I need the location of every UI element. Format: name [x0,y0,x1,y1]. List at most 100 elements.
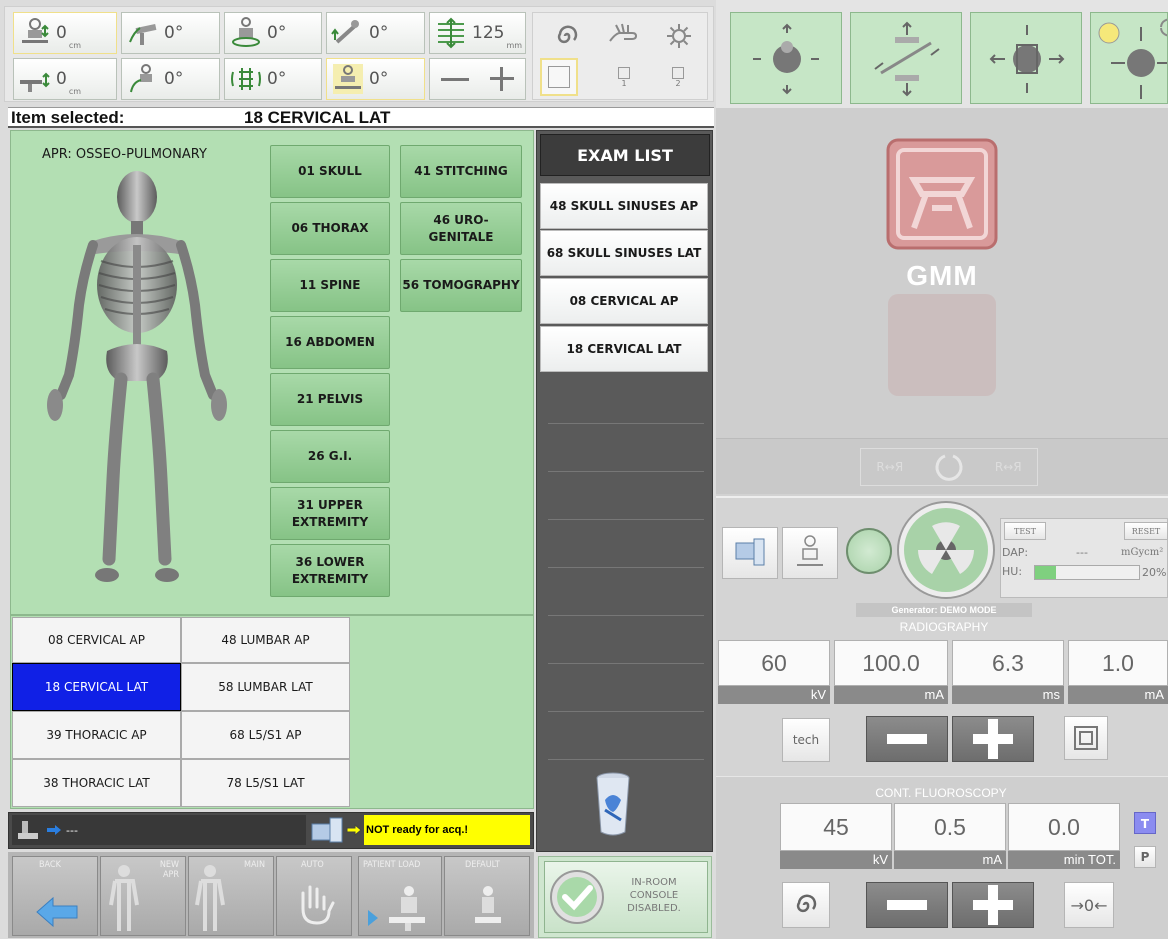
equipment-icon [18,821,38,839]
table-mode-button[interactable] [782,527,838,579]
sid-distance-icon [438,17,464,49]
anatomy-lower-extremity-button[interactable]: 36 LOWER EXTREMITY [270,544,390,597]
radiography-ma-unit: mA [834,686,948,704]
projection-thoracic-ap[interactable]: 39 THORACIC AP [12,711,181,759]
radiography-ms-value[interactable]: 6.3 [952,640,1064,686]
fluoro-min-value[interactable]: 0.0 [1008,803,1120,851]
fluoro-spiral-button[interactable] [782,882,830,928]
table-tilt-control[interactable]: 0° [121,12,220,54]
field-full-button[interactable] [540,58,578,96]
exam-item-skull-sinuses-ap[interactable]: 48 SKULL SINUSES AP [540,183,708,229]
back-button[interactable]: BACK [12,856,98,936]
default-button[interactable]: DEFAULT [444,856,530,936]
radiography-increase-button[interactable] [952,716,1034,762]
radiography-kv-value[interactable]: 60 [718,640,830,686]
fluoro-increase-button[interactable] [952,882,1034,928]
radiography-kv-unit: kV [718,686,830,704]
tube-angle-icon [331,20,359,44]
gmm-logo: GMM [884,136,1000,291]
dap-unit: mGycm² [1121,547,1164,558]
tube-angle-arrows-icon [874,21,940,97]
plus-icon[interactable] [490,67,515,91]
minus-icon[interactable] [440,77,469,81]
movement-button-2[interactable] [850,12,962,104]
lower-height-control[interactable]: 0 cm [13,58,117,100]
fluoro-ma-value[interactable]: 0.5 [894,803,1006,851]
projection-l5s1-lat[interactable]: 78 L5/S1 LAT [181,759,350,807]
field-1-button[interactable]: 1 [602,58,646,96]
gear-icon [667,24,691,48]
column-rotation-control[interactable]: 0° [224,12,322,54]
hu-value: 20% [1142,566,1167,579]
anatomy-stitching-button[interactable]: 41 STITCHING [400,145,522,198]
hand-button[interactable] [596,16,650,56]
exposure-button[interactable] [896,500,996,600]
auto-button[interactable]: AUTO [276,856,352,936]
anatomy-abdomen-button[interactable]: 16 ABDOMEN [270,316,390,369]
anatomy-gi-button[interactable]: 26 G.I. [270,430,390,483]
anatomy-skull-button[interactable]: 01 SKULL [270,145,390,198]
movement-button-3[interactable] [970,12,1082,104]
anatomy-pelvis-button[interactable]: 21 PELVIS [270,373,390,426]
dap-test-button[interactable]: TEST [1004,522,1046,540]
tube-angle-control[interactable]: 0° [326,12,425,54]
prep-button[interactable] [846,528,892,574]
grid-rotation-control[interactable]: 0° [224,58,322,100]
radiation-icon [897,501,995,599]
table-height-unit: cm [68,41,82,50]
anatomy-thorax-button[interactable]: 06 THORAX [270,202,390,255]
projection-cervical-ap[interactable]: 08 CERVICAL AP [12,617,181,663]
radiography-mas-value[interactable]: 1.0 [1068,640,1168,686]
anatomy-spine-button[interactable]: 11 SPINE [270,259,390,312]
radiography-decrease-button[interactable] [866,716,948,762]
collimation-frame-button[interactable] [1064,716,1108,760]
exam-item-cervical-ap[interactable]: 08 CERVICAL AP [540,278,708,324]
detector-tilt-control[interactable]: 0° [121,58,220,100]
spiral-button[interactable] [540,16,594,56]
gmm-logo-text: GMM [906,260,978,291]
sid-unit: mm [506,41,523,50]
back-arrow-icon [36,896,78,928]
projection-lumbar-ap[interactable]: 48 LUMBAR AP [181,617,350,663]
movement-button-4[interactable] [1090,12,1168,104]
spiral-icon [796,894,817,913]
console-status-button[interactable]: IN-ROOM CONSOLE DISABLED. [544,861,708,933]
projection-thoracic-lat[interactable]: 38 THORACIC LAT [12,759,181,807]
projection-cervical-lat[interactable]: 18 CERVICAL LAT [12,663,181,711]
field-2-button[interactable]: 2 [656,58,700,96]
patient-load-button[interactable]: PATIENT LOAD [358,856,442,936]
fluoro-kv-value[interactable]: 45 [780,803,892,851]
tube-rotation-control[interactable]: 0° [326,58,425,100]
patient-table-icon [22,18,49,43]
new-apr-button[interactable]: NEW APR [100,856,186,936]
exam-item-skull-sinuses-lat[interactable]: 68 SKULL SINUSES LAT [540,230,708,276]
radiography-ma-value[interactable]: 100.0 [834,640,948,686]
fluoro-t-button[interactable]: T [1134,812,1156,834]
sid-control[interactable]: 125 mm [429,12,526,54]
tube-rotation-icon [333,64,363,94]
projection-lumbar-lat[interactable]: 58 LUMBAR LAT [181,663,350,711]
fluoro-decrease-button[interactable] [866,882,948,928]
tube-move-cross-icon [753,23,819,95]
trash-button[interactable] [595,770,631,840]
table-height-control[interactable]: 0 cm [13,12,117,54]
anatomy-tomography-button[interactable]: 56 TOMOGRAPHY [400,259,522,312]
tilt-6-value: 0° [369,69,389,89]
tilt-1-value: 0° [164,23,184,43]
tech-button[interactable]: tech [782,718,830,762]
projection-l5s1-ap[interactable]: 68 L5/S1 AP [181,711,350,759]
anatomy-upper-extremity-button[interactable]: 31 UPPER EXTREMITY [270,487,390,540]
skeleton-image[interactable] [35,165,240,595]
fluoro-reset-timer-button[interactable]: →0← [1064,882,1114,928]
movement-button-1[interactable] [730,12,842,104]
dap-reset-button[interactable]: RESET [1124,522,1168,540]
table-tilt-icon [129,23,157,45]
fluoro-p-button[interactable]: P [1134,846,1156,868]
image-rotation-button[interactable]: R↔Я R↔Я [860,448,1038,486]
workstation-button[interactable] [722,527,778,579]
main-button[interactable]: MAIN [188,856,274,936]
generator-mode: Generator: DEMO MODE [856,603,1032,617]
anatomy-uro-genitale-button[interactable]: 46 URO-GENITALE [400,202,522,255]
settings-button[interactable] [652,16,706,56]
exam-item-cervical-lat[interactable]: 18 CERVICAL LAT [540,326,708,372]
